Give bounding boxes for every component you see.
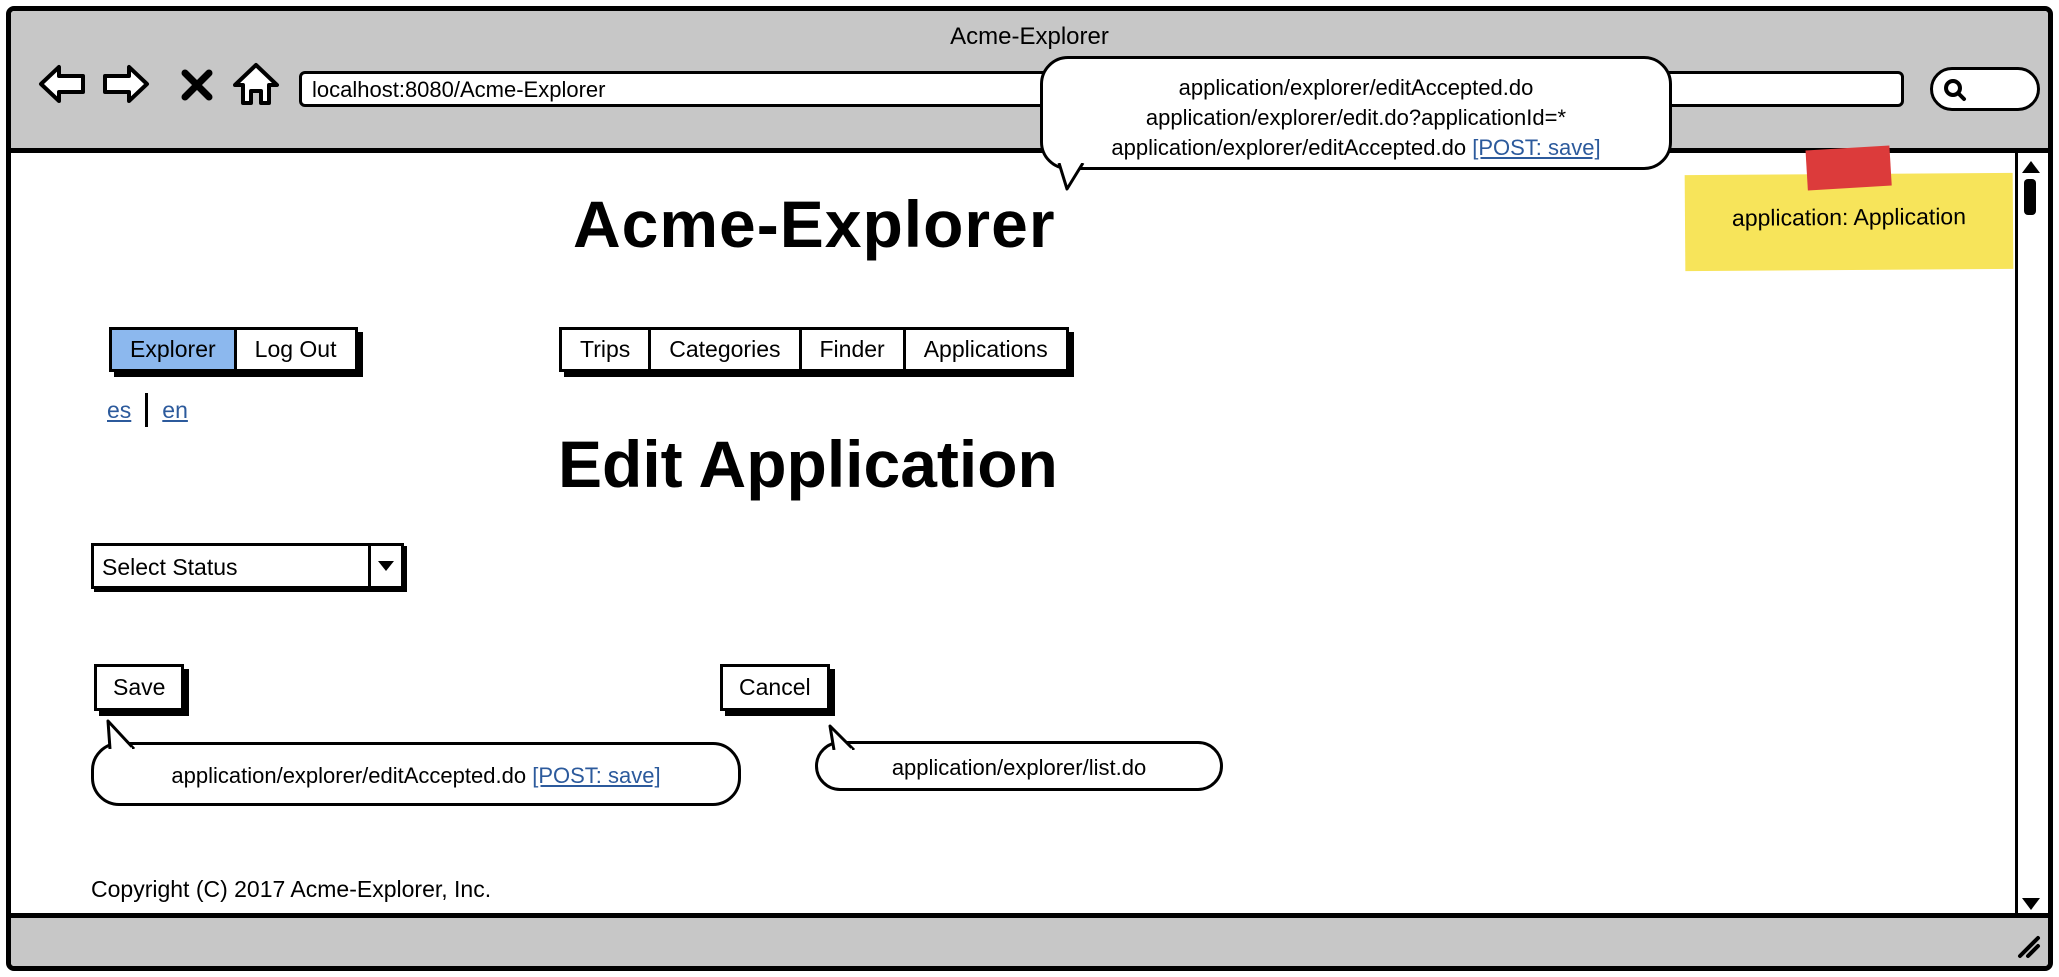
menu-item-trips[interactable]: Trips: [562, 330, 652, 369]
vertical-scrollbar[interactable]: [2015, 153, 2048, 918]
page-title: Acme-Explorer: [573, 187, 1056, 261]
bubble-tail: [106, 719, 136, 749]
annotation-line-1: application/explorer/editAccepted.do: [1178, 75, 1534, 100]
annotation-line-3: application/explorer/editAccepted.do [PO…: [1043, 133, 1669, 163]
annotation-save-post-link[interactable]: [POST: save]: [532, 763, 660, 788]
menu-item-explorer[interactable]: Explorer: [112, 330, 237, 369]
annotation-post-save-link[interactable]: [POST: save]: [1472, 135, 1600, 160]
edit-application-heading: Edit Application: [558, 427, 1058, 501]
browser-titlebar: Acme-Explorer localhost:8080/Acme-Explor…: [11, 11, 2048, 153]
search-icon: [1944, 79, 1966, 101]
annotation-line-2: application/explorer/edit.do?application…: [1145, 105, 1567, 130]
account-menu: Explorer Log Out: [109, 327, 358, 372]
language-link-en[interactable]: en: [162, 397, 188, 424]
home-icon[interactable]: [231, 59, 281, 109]
footer-copyright: Copyright (C) 2017 Acme-Explorer, Inc.: [91, 876, 492, 902]
browser-search-input[interactable]: [1930, 67, 2040, 111]
annotation-bubble-save: application/explorer/editAccepted.do [PO…: [91, 719, 741, 806]
scroll-thumb[interactable]: [2024, 179, 2036, 215]
cancel-button[interactable]: Cancel: [720, 664, 830, 711]
forward-arrow-icon[interactable]: [101, 59, 151, 109]
scroll-down-icon[interactable]: [2022, 898, 2040, 910]
back-arrow-icon[interactable]: [37, 59, 87, 109]
menu-item-log-out[interactable]: Log Out: [237, 330, 355, 369]
main-menu: Trips Categories Finder Applications: [559, 327, 1069, 372]
resize-grip-icon[interactable]: [2012, 930, 2042, 960]
stop-icon[interactable]: [179, 59, 215, 109]
bubble-tail: [1057, 163, 1085, 191]
menu-item-applications[interactable]: Applications: [906, 330, 1066, 369]
annotation-save-text: application/explorer/editAccepted.do: [171, 763, 527, 788]
annotation-line-3-text: application/explorer/editAccepted.do: [1111, 135, 1467, 160]
annotation-bubble-cancel: application/explorer/list.do: [815, 724, 1223, 791]
language-divider: [145, 393, 149, 427]
scroll-up-icon[interactable]: [2022, 161, 2040, 173]
status-select-value: Select Status: [102, 554, 238, 580]
bubble-tail: [828, 724, 856, 750]
menu-item-finder[interactable]: Finder: [802, 330, 906, 369]
menu-item-categories[interactable]: Categories: [651, 330, 802, 369]
chevron-down-icon[interactable]: [368, 546, 401, 586]
save-button[interactable]: Save: [94, 664, 185, 711]
language-switcher: es en: [107, 393, 188, 427]
sticky-note-text: application: Application: [1731, 203, 1967, 231]
window-title: Acme-Explorer: [950, 23, 1109, 50]
annotation-bubble-top: application/explorer/editAccepted.do app…: [1040, 56, 1672, 191]
sticky-tape: [1805, 145, 1892, 191]
annotation-cancel-text: application/explorer/list.do: [891, 755, 1147, 780]
browser-statusbar: [11, 913, 2048, 966]
language-link-es[interactable]: es: [107, 397, 131, 424]
sticky-note: application: Application: [1684, 145, 2014, 272]
status-select[interactable]: Select Status: [91, 543, 404, 589]
